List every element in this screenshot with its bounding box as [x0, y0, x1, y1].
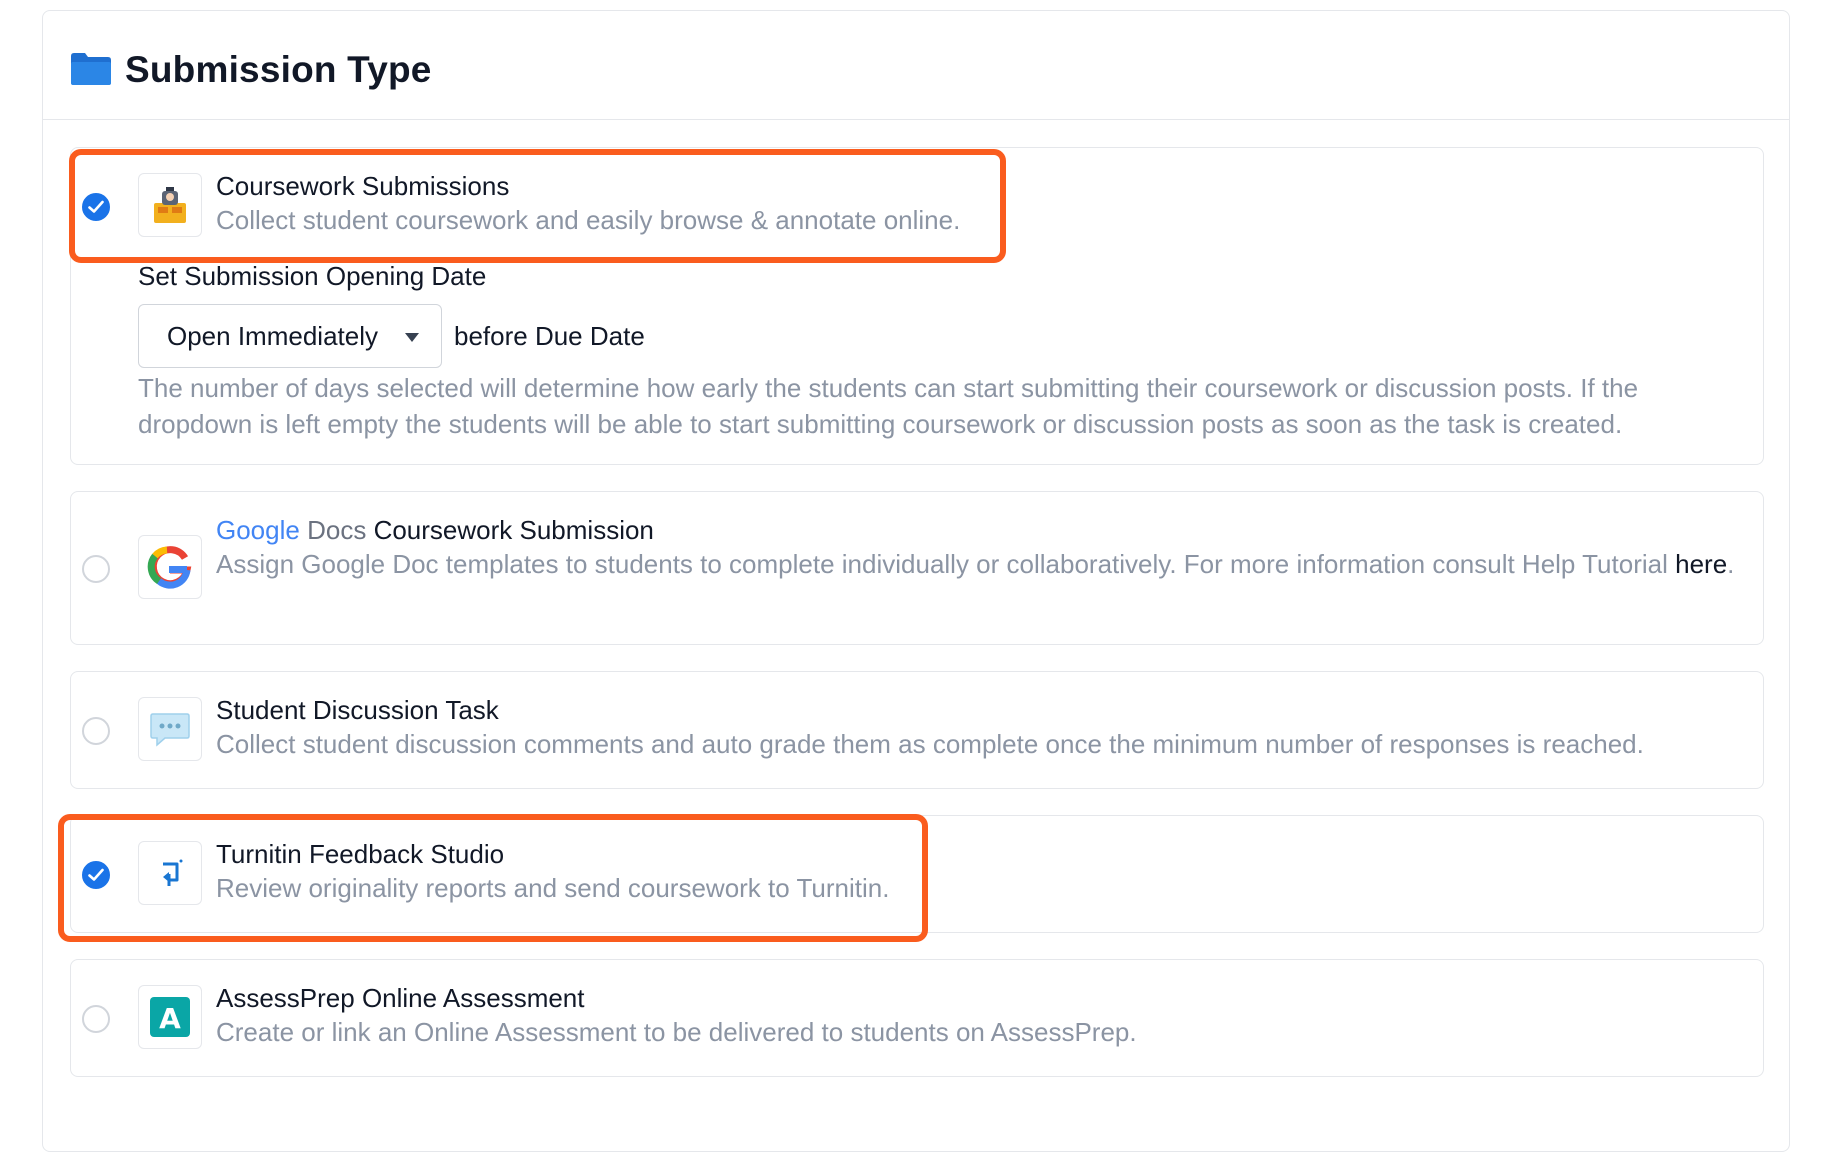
turnitin-icon	[138, 841, 202, 905]
option-coursework-submissions[interactable]: Coursework Submissions Collect student c…	[70, 147, 1764, 465]
option-title: Turnitin Feedback Studio	[216, 839, 505, 869]
option-description: Create or link an Online Assessment to b…	[216, 1017, 1137, 1047]
opening-date-label: Set Submission Opening Date	[138, 261, 487, 291]
option-description-text: Assign Google Doc templates to students …	[216, 549, 1668, 579]
option-description: Collect student discussion comments and …	[216, 729, 1644, 759]
assessprep-icon: A	[138, 985, 202, 1049]
coursework-icon	[138, 173, 202, 237]
folder-icon	[71, 53, 111, 85]
option-description: Assign Google Doc templates to students …	[216, 546, 1736, 582]
google-docs-icon	[138, 535, 202, 599]
chat-bubble-icon	[138, 697, 202, 761]
page-title: Submission Type	[125, 49, 432, 90]
opening-date-suffix: before Due Date	[454, 321, 645, 351]
option-title-text: Coursework Submission	[373, 515, 654, 545]
turnitin-checkbox[interactable]	[82, 861, 110, 889]
option-student-discussion-task[interactable]: Student Discussion Task Collect student …	[70, 671, 1764, 789]
option-assessprep-online-assessment[interactable]: A AssessPrep Online Assessment Create or…	[70, 959, 1764, 1077]
coursework-submissions-checkbox[interactable]	[82, 193, 110, 221]
option-description: Review originality reports and send cour…	[216, 873, 890, 903]
option-google-docs-submission[interactable]: Google Docs Coursework Submission Assign…	[70, 491, 1764, 645]
option-title: AssessPrep Online Assessment	[216, 983, 585, 1013]
opening-date-select[interactable]: Open Immediately	[138, 304, 442, 368]
caret-down-icon	[405, 333, 419, 342]
opening-date-selected-value: Open Immediately	[167, 321, 378, 351]
option-title: Student Discussion Task	[216, 695, 499, 725]
card-header: Submission Type	[43, 11, 1789, 120]
option-title: Google Docs Coursework Submission	[216, 515, 654, 546]
option-description-suffix: .	[1727, 549, 1735, 579]
google-wordmark: Google	[216, 515, 300, 545]
student-discussion-checkbox[interactable]	[82, 717, 110, 745]
assessprep-checkbox[interactable]	[82, 1005, 110, 1033]
google-wordmark-text: Google	[216, 515, 300, 545]
google-docs-checkbox[interactable]	[82, 555, 110, 583]
opening-date-help-text: The number of days selected will determi…	[138, 373, 1639, 439]
option-title: Coursework Submissions	[216, 171, 510, 201]
svg-text:A: A	[159, 1002, 181, 1035]
help-tutorial-link[interactable]: here	[1675, 549, 1727, 579]
docs-wordmark-text: Docs	[307, 515, 367, 545]
option-turnitin-feedback-studio[interactable]: Turnitin Feedback Studio Review original…	[70, 815, 1764, 933]
option-description: Collect student coursework and easily br…	[216, 205, 961, 235]
